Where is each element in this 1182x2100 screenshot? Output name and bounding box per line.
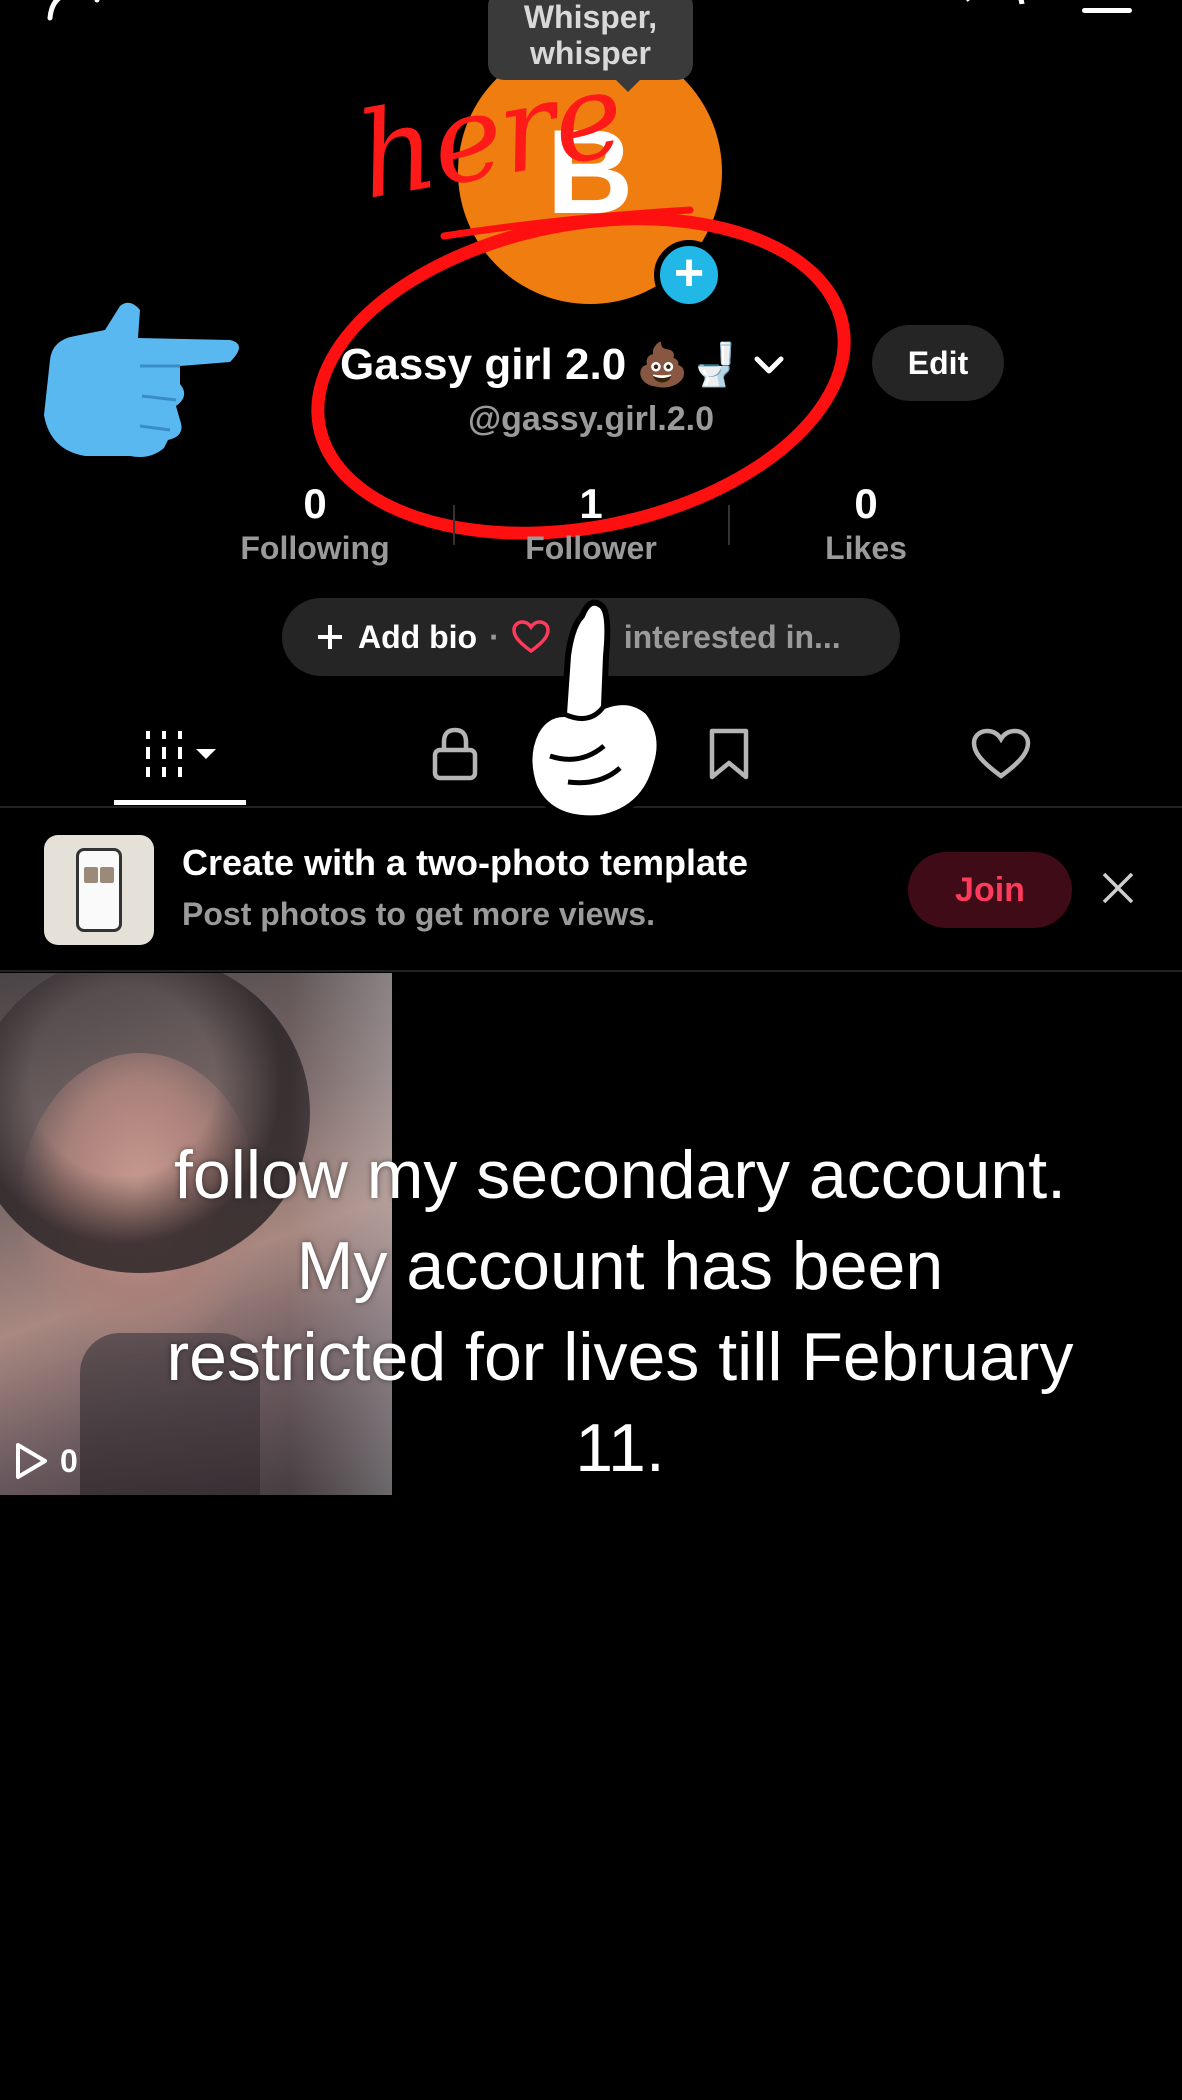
menu-icon[interactable]: [1080, 0, 1134, 30]
stat-divider: [728, 505, 730, 545]
stat-value: 1: [579, 480, 603, 527]
add-friend-icon[interactable]: [42, 0, 112, 22]
tab-private[interactable]: [420, 722, 490, 786]
promo-subtitle: Post photos to get more views.: [182, 896, 655, 932]
stat-label: Follower: [525, 530, 657, 566]
play-icon: [16, 1443, 47, 1479]
template-thumbnail: [44, 835, 154, 945]
stat-following[interactable]: 0 Following: [185, 480, 445, 568]
tab-videos[interactable]: [134, 722, 226, 786]
view-count: 0: [14, 1442, 78, 1480]
chevron-down-icon[interactable]: [751, 347, 787, 383]
display-name-row[interactable]: Gassy girl 2.0 💩🚽: [340, 335, 787, 395]
share-icon[interactable]: [960, 0, 1026, 22]
lock-icon: [432, 727, 478, 781]
promo-divider: [0, 970, 1182, 972]
add-bio-label: Add bio: [358, 618, 478, 655]
heart-icon: [971, 728, 1031, 779]
close-icon[interactable]: [1100, 870, 1136, 911]
join-button[interactable]: Join: [908, 852, 1072, 928]
pointing-up-hand-icon: [526, 599, 663, 822]
tab-liked[interactable]: [966, 722, 1036, 786]
stat-label: Following: [240, 530, 390, 566]
pointing-right-hand-icon: [44, 302, 239, 457]
stat-followers[interactable]: 1 Follower: [461, 480, 721, 568]
plus-icon: [318, 625, 342, 649]
stat-label: Likes: [825, 530, 907, 566]
overlay-caption: follow my secondary account. My account …: [166, 1137, 1074, 1486]
activity-icon[interactable]: [858, 0, 928, 22]
tab-saved[interactable]: [694, 722, 764, 786]
promo-title: Create with a two-photo template: [182, 842, 749, 883]
active-tab-indicator: [114, 800, 246, 805]
stat-value: 0: [854, 480, 878, 527]
display-name-emojis: 💩🚽: [636, 340, 741, 388]
phone-illustration: [76, 848, 122, 932]
stat-value: 0: [303, 480, 327, 527]
stat-likes[interactable]: 0 Likes: [736, 480, 996, 568]
edit-profile-button[interactable]: Edit: [872, 325, 1004, 401]
bookmark-icon: [709, 728, 749, 780]
tooltip-line-1: Whisper,: [523, 0, 658, 35]
grid-icon: [146, 731, 216, 777]
view-count-value: 0: [60, 1442, 78, 1479]
stat-divider: [453, 505, 455, 545]
display-name: Gassy girl 2.0: [340, 340, 627, 389]
bio-separator: ·: [489, 618, 500, 655]
